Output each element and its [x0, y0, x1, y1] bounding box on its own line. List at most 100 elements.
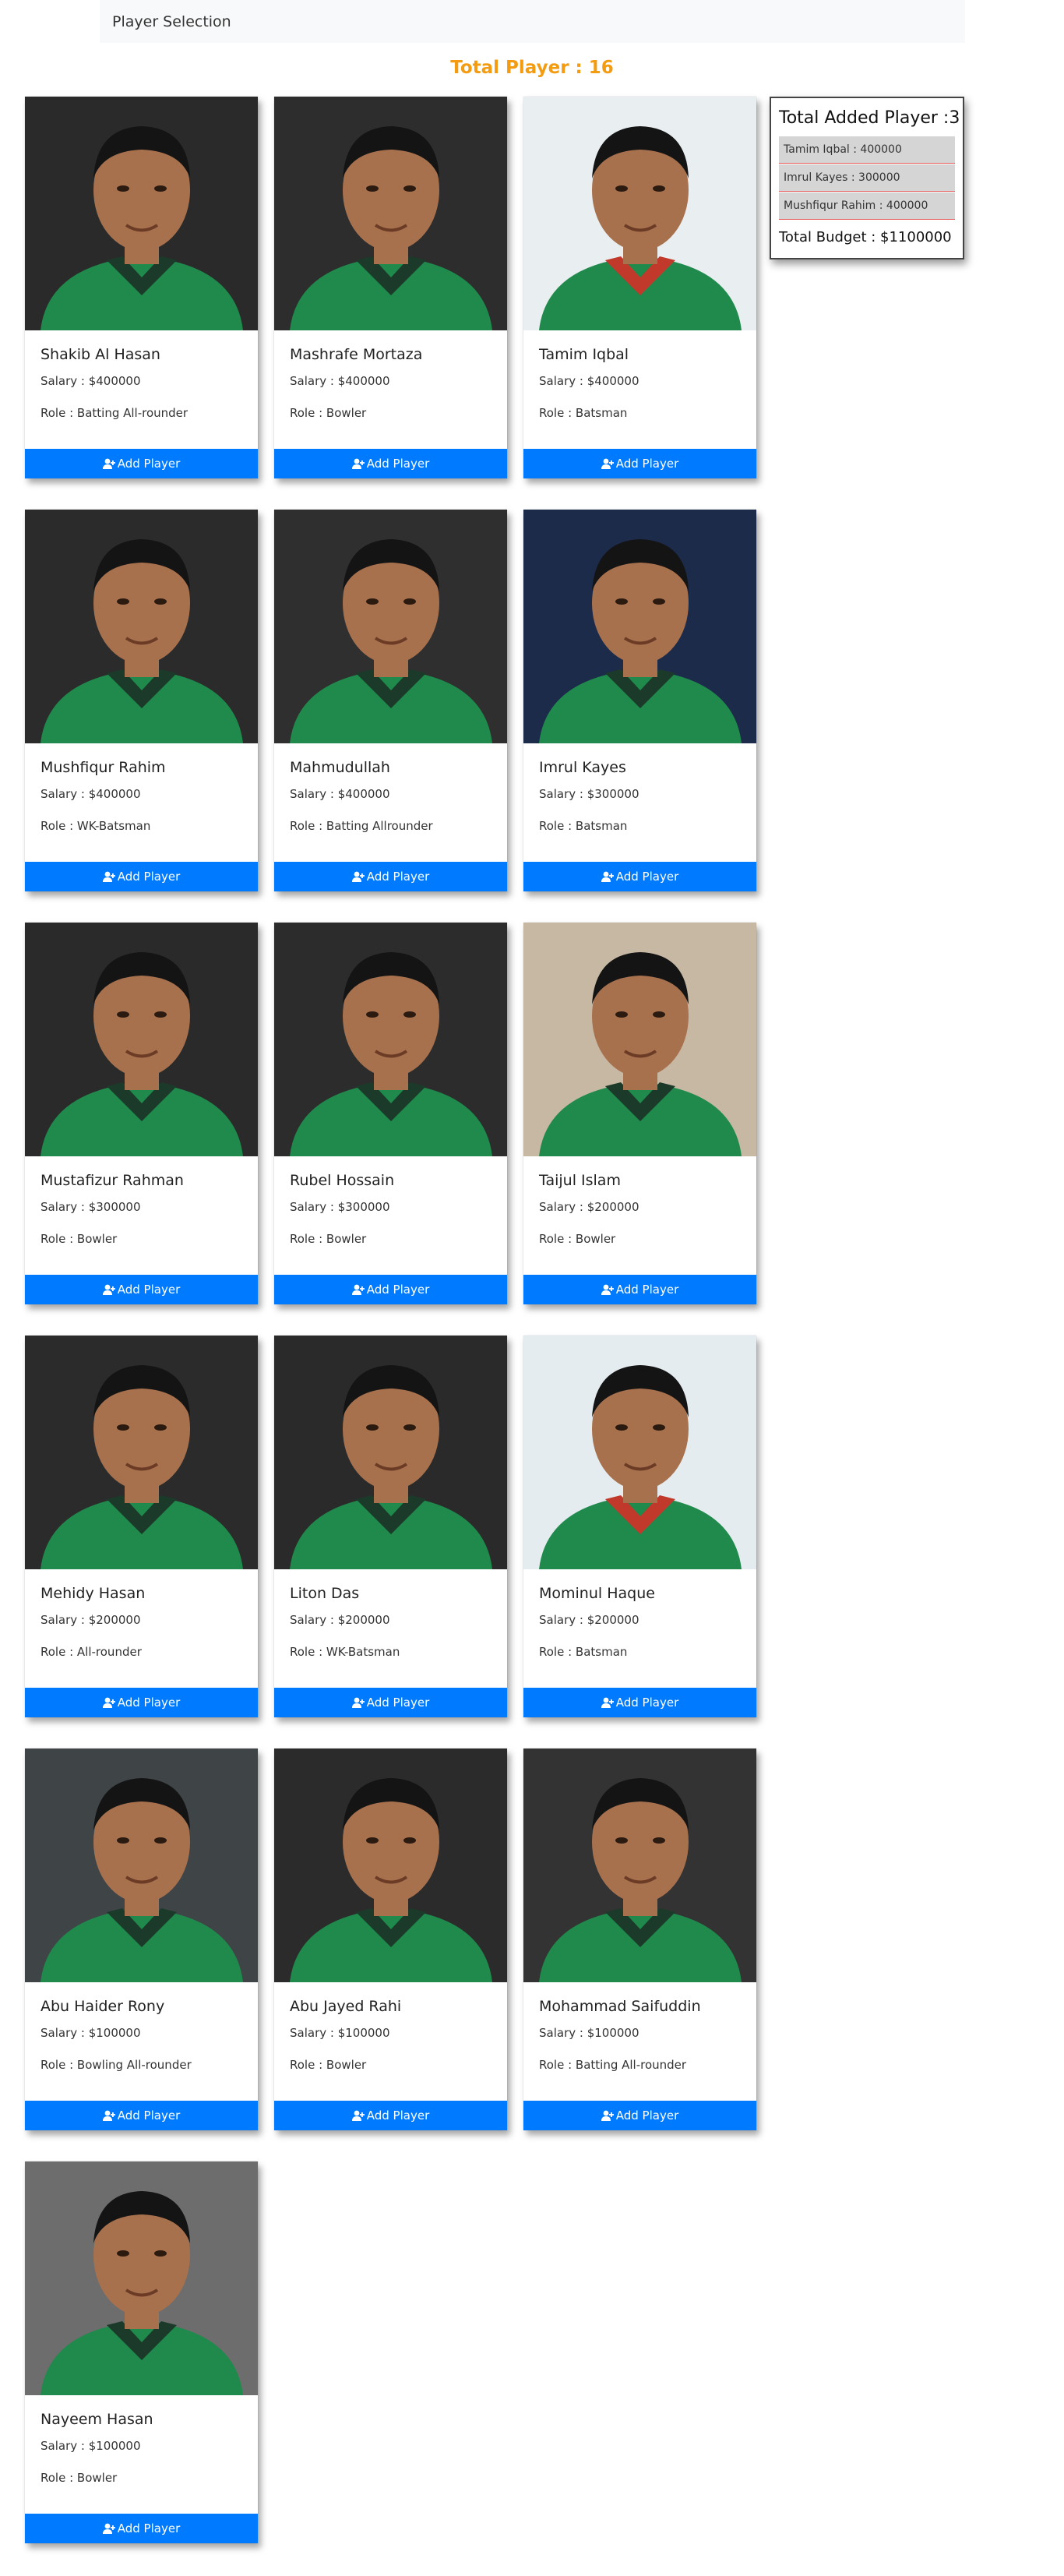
user-plus-icon [351, 1284, 365, 1295]
player-card: Shakib Al Hasan Salary : $400000 Role : Ba… [25, 97, 258, 478]
player-salary: Salary : $200000 [539, 1200, 639, 1214]
player-name: Nayeem Hasan [41, 2411, 153, 2428]
add-player-button[interactable]: Add Player [274, 449, 507, 478]
player-name: Mashrafe Mortaza [290, 346, 423, 363]
player-card: Rubel Hossain Salary : $300000 Role : Bowl… [274, 923, 507, 1304]
player-card: Mominul Haque Salary : $200000 Role : Bats… [523, 1336, 756, 1717]
user-plus-icon [351, 458, 365, 469]
add-player-label: Add Player [615, 1696, 679, 1710]
add-player-label: Add Player [117, 1696, 181, 1710]
add-player-button[interactable]: Add Player [25, 2101, 258, 2130]
player-name: Mushfiqur Rahim [41, 759, 166, 776]
player-name: Mominul Haque [539, 1585, 655, 1602]
player-card: Mahmudullah Salary : $400000 Role : Battin… [274, 510, 507, 891]
player-photo [523, 510, 756, 743]
player-photo [25, 1336, 258, 1569]
add-player-label: Add Player [117, 2521, 181, 2535]
player-name: Shakib Al Hasan [41, 346, 160, 363]
player-photo [25, 2161, 258, 2395]
player-role: Role : Bowling All-rounder [41, 2058, 192, 2072]
player-role: Role : Bowler [41, 1232, 118, 1246]
player-card: Mehidy Hasan Salary : $200000 Role : All-r… [25, 1336, 258, 1717]
navbar-brand[interactable]: Player Selection [112, 13, 231, 30]
player-photo [274, 510, 507, 743]
player-card: Nayeem Hasan Salary : $100000 Role : Bowle… [25, 2161, 258, 2543]
player-role: Role : Batsman [539, 406, 628, 420]
summary-title: Total Added Player :3 [779, 108, 960, 128]
player-card: Mohammad Saifuddin Salary : $100000 Role :… [523, 1749, 756, 2130]
player-card: Tamim Iqbal Salary : $400000 Role : Batsma… [523, 97, 756, 478]
player-card: Imrul Kayes Salary : $300000 Role : Batsma… [523, 510, 756, 891]
player-card: Abu Haider Rony Salary : $100000 Role : Bo… [25, 1749, 258, 2130]
player-salary: Salary : $400000 [41, 787, 141, 801]
player-photo [523, 1336, 756, 1569]
add-player-button[interactable]: Add Player [274, 862, 507, 891]
add-player-button[interactable]: Add Player [274, 2101, 507, 2130]
add-player-button[interactable]: Add Player [25, 1688, 258, 1717]
add-player-button[interactable]: Add Player [25, 862, 258, 891]
add-player-button[interactable]: Add Player [274, 1275, 507, 1304]
player-name: Abu Jayed Rahi [290, 1998, 402, 2015]
player-role: Role : WK-Batsman [41, 819, 151, 833]
player-name: Mehidy Hasan [41, 1585, 146, 1602]
player-role: Role : Bowler [539, 1232, 616, 1246]
player-salary: Salary : $400000 [41, 374, 141, 388]
player-photo [274, 923, 507, 1156]
user-plus-icon [601, 871, 614, 882]
add-player-label: Add Player [615, 2108, 679, 2123]
player-card: Abu Jayed Rahi Salary : $100000 Role : Bow… [274, 1749, 507, 2130]
player-role: Role : Batting All-rounder [539, 2058, 687, 2072]
player-card: Mashrafe Mortaza Salary : $400000 Role : B… [274, 97, 507, 478]
player-photo [523, 923, 756, 1156]
player-name: Liton Das [290, 1585, 360, 1602]
player-role: Role : WK-Batsman [290, 1645, 400, 1659]
player-name: Taijul Islam [539, 1172, 621, 1189]
player-name: Tamim Iqbal [539, 346, 629, 363]
user-plus-icon [102, 2110, 115, 2121]
add-player-button[interactable]: Add Player [25, 1275, 258, 1304]
player-salary: Salary : $200000 [41, 1613, 141, 1627]
player-salary: Salary : $200000 [290, 1613, 390, 1627]
player-role: Role : Bowler [290, 1232, 367, 1246]
player-role: Role : Bowler [290, 2058, 367, 2072]
player-salary: Salary : $400000 [290, 374, 390, 388]
add-player-button[interactable]: Add Player [274, 1688, 507, 1717]
player-role: Role : Bowler [290, 406, 367, 420]
added-player-item: Tamim Iqbal : 400000 [779, 136, 955, 164]
added-player-item: Mushfiqur Rahim : 400000 [779, 192, 955, 220]
add-player-button[interactable]: Add Player [25, 449, 258, 478]
player-photo [523, 97, 756, 330]
player-name: Mohammad Saifuddin [539, 1998, 701, 2015]
player-role: Role : Batsman [539, 819, 628, 833]
add-player-button[interactable]: Add Player [523, 2101, 756, 2130]
add-player-button[interactable]: Add Player [523, 449, 756, 478]
player-role: Role : All-rounder [41, 1645, 142, 1659]
added-players-summary: Total Added Player :3 Tamim Iqbal : 4000… [770, 97, 964, 259]
player-salary: Salary : $300000 [539, 787, 639, 801]
player-name: Imrul Kayes [539, 759, 626, 776]
player-salary: Salary : $300000 [41, 1200, 141, 1214]
user-plus-icon [102, 871, 115, 882]
player-salary: Salary : $100000 [539, 2026, 639, 2040]
player-salary: Salary : $400000 [290, 787, 390, 801]
add-player-label: Add Player [615, 457, 679, 471]
total-budget: Total Budget : $1100000 [779, 229, 952, 245]
player-name: Abu Haider Rony [41, 1998, 165, 2015]
add-player-label: Add Player [615, 870, 679, 884]
player-salary: Salary : $100000 [41, 2439, 141, 2453]
player-salary: Salary : $300000 [290, 1200, 390, 1214]
user-plus-icon [102, 2523, 115, 2534]
user-plus-icon [351, 1697, 365, 1708]
add-player-label: Add Player [366, 457, 430, 471]
add-player-button[interactable]: Add Player [523, 1688, 756, 1717]
player-role: Role : Batting All-rounder [41, 406, 188, 420]
user-plus-icon [601, 458, 614, 469]
add-player-button[interactable]: Add Player [523, 862, 756, 891]
player-photo [274, 1749, 507, 1982]
add-player-label: Add Player [366, 870, 430, 884]
user-plus-icon [351, 871, 365, 882]
player-name: Mahmudullah [290, 759, 390, 776]
add-player-button[interactable]: Add Player [25, 2514, 258, 2543]
player-photo [274, 1336, 507, 1569]
add-player-button[interactable]: Add Player [523, 1275, 756, 1304]
